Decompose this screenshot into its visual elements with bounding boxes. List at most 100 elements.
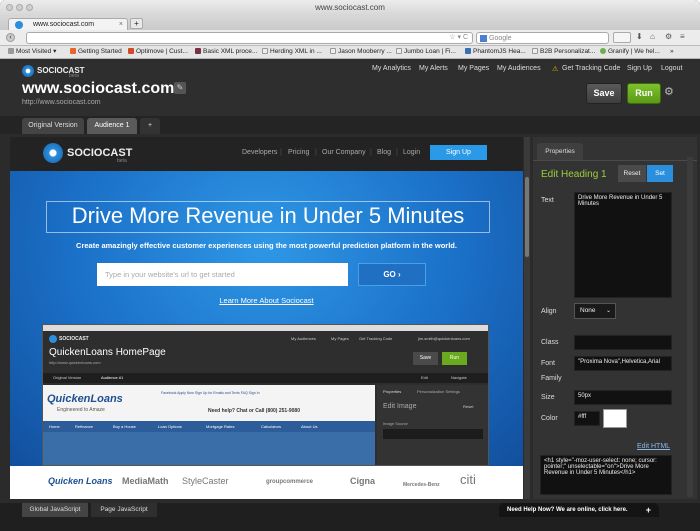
mini-logo-icon [49,335,57,343]
nav-my-analytics[interactable]: My Analytics [372,65,411,72]
align-label: Align [541,308,557,315]
nav-sign-up[interactable]: Sign Up [627,65,652,72]
color-field[interactable]: #fff [574,411,600,426]
size-field[interactable]: 50px [574,390,672,405]
addon-icon[interactable]: ⚙ [665,32,672,41]
page-icon [532,48,538,54]
window-title: www.sociocast.com [315,3,385,12]
mini-nav-audiences: My Audiences [291,336,316,341]
site-nav-developers[interactable]: Developers [242,149,277,156]
site-nav-login[interactable]: Login [403,149,420,156]
new-tab-button[interactable]: + [130,18,143,29]
product-screenshot: SOCIOCAST My Audiences My Pages Get Trac… [42,324,489,466]
url-bar[interactable]: ☆ ▾ C [26,32,473,44]
version-tabs: Original Version Audience 1 + [0,116,700,134]
sociocast-favicon-icon [15,21,23,29]
edit-title-icon[interactable]: ✎ [174,82,186,94]
site-nav-blog[interactable]: Blog [377,149,391,156]
warning-icon: ⚠ [552,66,559,73]
nav-my-pages[interactable]: My Pages [458,65,489,72]
save-button[interactable]: Save [586,83,622,104]
mini-ql-logo: QuickenLoans [47,393,123,405]
panel-heading: Edit Heading 1 [541,169,607,180]
tab-audience-1[interactable]: Audience 1 [87,118,137,134]
mini-ql-tagline: Engineered to Amaze [57,407,105,413]
logo-mediamath: MediaMath [122,476,169,486]
nav-get-tracking-code[interactable]: Get Tracking Code [562,65,620,72]
back-button[interactable]: ‹ [6,33,15,42]
page-icon [396,48,402,54]
bookmark-item[interactable]: Basic XML proce... [195,46,257,58]
set-button[interactable]: Set [647,165,673,182]
bookmark-item[interactable]: B2B Personalizat... [532,46,595,58]
home-icon[interactable]: ⌂ [650,32,655,41]
logo-quicken-loans: Quicken Loans [48,476,113,486]
download-icon[interactable]: ⬇ [636,32,643,41]
bookmark-item[interactable]: Getting Started [70,46,122,58]
nav-my-audiences[interactable]: My Audiences [497,65,541,72]
nav-logout[interactable]: Logout [661,65,682,72]
search-box[interactable]: Google [476,32,609,44]
tab-properties[interactable]: Properties [537,143,583,160]
site-signup-button[interactable]: Sign Up [430,145,487,160]
menu-icon[interactable]: ≡ [680,32,685,41]
bookmark-item[interactable]: Most Visited ▾ [8,46,56,58]
browser-window: www.sociocast.com www.sociocast.com × + … [0,0,700,531]
bookmark-item[interactable]: Herding XML in ... [262,46,322,58]
mini-edit-image: Edit Image [383,403,417,410]
settings-gear-icon[interactable]: ⚙ [664,85,674,98]
zoom-window-button[interactable] [26,4,33,11]
bookmark-icon [600,48,606,54]
hero-url-input[interactable]: Type in your website's url to get starte… [97,263,348,286]
edit-html-link[interactable]: Edit HTML [637,443,670,450]
scrollbar-thumb[interactable] [525,177,529,257]
color-swatch[interactable] [603,409,627,428]
class-label: Class [541,339,559,346]
run-button[interactable]: Run [627,83,661,104]
bookmark-item[interactable]: Optimove | Cust... [128,46,188,58]
close-tab-icon[interactable]: × [119,19,123,30]
go-button[interactable]: GO › [358,263,426,286]
bookmark-overflow[interactable]: » [670,46,674,58]
bookmarks-button[interactable] [613,32,631,43]
nav-my-alerts[interactable]: My Alerts [419,65,448,72]
preview-scrollbar[interactable] [524,137,530,499]
html-editor[interactable]: <h1 style="-moz-user-select: none; curso… [540,455,672,495]
minimize-window-button[interactable] [16,4,23,11]
logo-cigna: Cigna [350,476,376,486]
panel-scrollbar[interactable] [687,157,693,497]
browser-tab[interactable]: www.sociocast.com × [8,18,128,30]
site-nav-our-company[interactable]: Our Company [322,149,366,156]
app-header: SOCIOCAST beta My Analytics My Alerts My… [0,59,700,119]
text-field[interactable]: Drive More Revenue in Under 5 Minutes [574,192,672,298]
mini-tab-original: Original Version [53,375,82,380]
tab-original-version[interactable]: Original Version [22,118,84,134]
align-select[interactable]: None ⌄ [574,303,616,319]
learn-more-link[interactable]: Learn More About Sociocast [10,296,523,305]
bookmark-item[interactable]: Jumbo Loan | Fi... [396,46,456,58]
client-logos: Quicken Loans MediaMath StyleCaster grou… [10,466,523,499]
logo-stylecaster: StyleCaster [182,476,229,486]
bookmark-item[interactable]: Jason Mooberry ... [330,46,392,58]
tab-global-javascript[interactable]: Global JavaScript [22,503,88,517]
mini-ql-nav: Home Refinance Buy a House Loan Options … [43,421,375,432]
class-field[interactable] [574,335,672,350]
bookmark-item[interactable]: PhantomJS Hea... [465,46,526,58]
bookmark-item[interactable]: Granify | We hel... [600,46,660,58]
site-nav-pricing[interactable]: Pricing [288,149,309,156]
reset-button[interactable]: Reset [618,165,646,182]
font-family-field[interactable]: "Proxima Nova",Helvetica,Arial [574,356,672,371]
plus-icon[interactable]: + [646,503,651,517]
reload-icon[interactable]: ☆ ▾ C [449,33,468,41]
hero-headline[interactable]: Drive More Revenue in Under 5 Minutes [46,203,490,229]
size-label: Size [541,394,555,401]
chat-widget[interactable]: Need Help Now? We are online, click here… [499,503,659,517]
bookmarks-bar: Most Visited ▾ Getting Started Optimove … [0,46,700,59]
properties-panel: Properties Edit Heading 1 Reset Set Text… [533,137,697,499]
add-tab-button[interactable]: + [140,118,160,134]
tab-page-javascript[interactable]: Page JavaScript [91,503,157,517]
page-icon [330,48,336,54]
window-titlebar: www.sociocast.com [0,0,700,16]
site-logo-icon [43,143,63,163]
close-window-button[interactable] [6,4,13,11]
